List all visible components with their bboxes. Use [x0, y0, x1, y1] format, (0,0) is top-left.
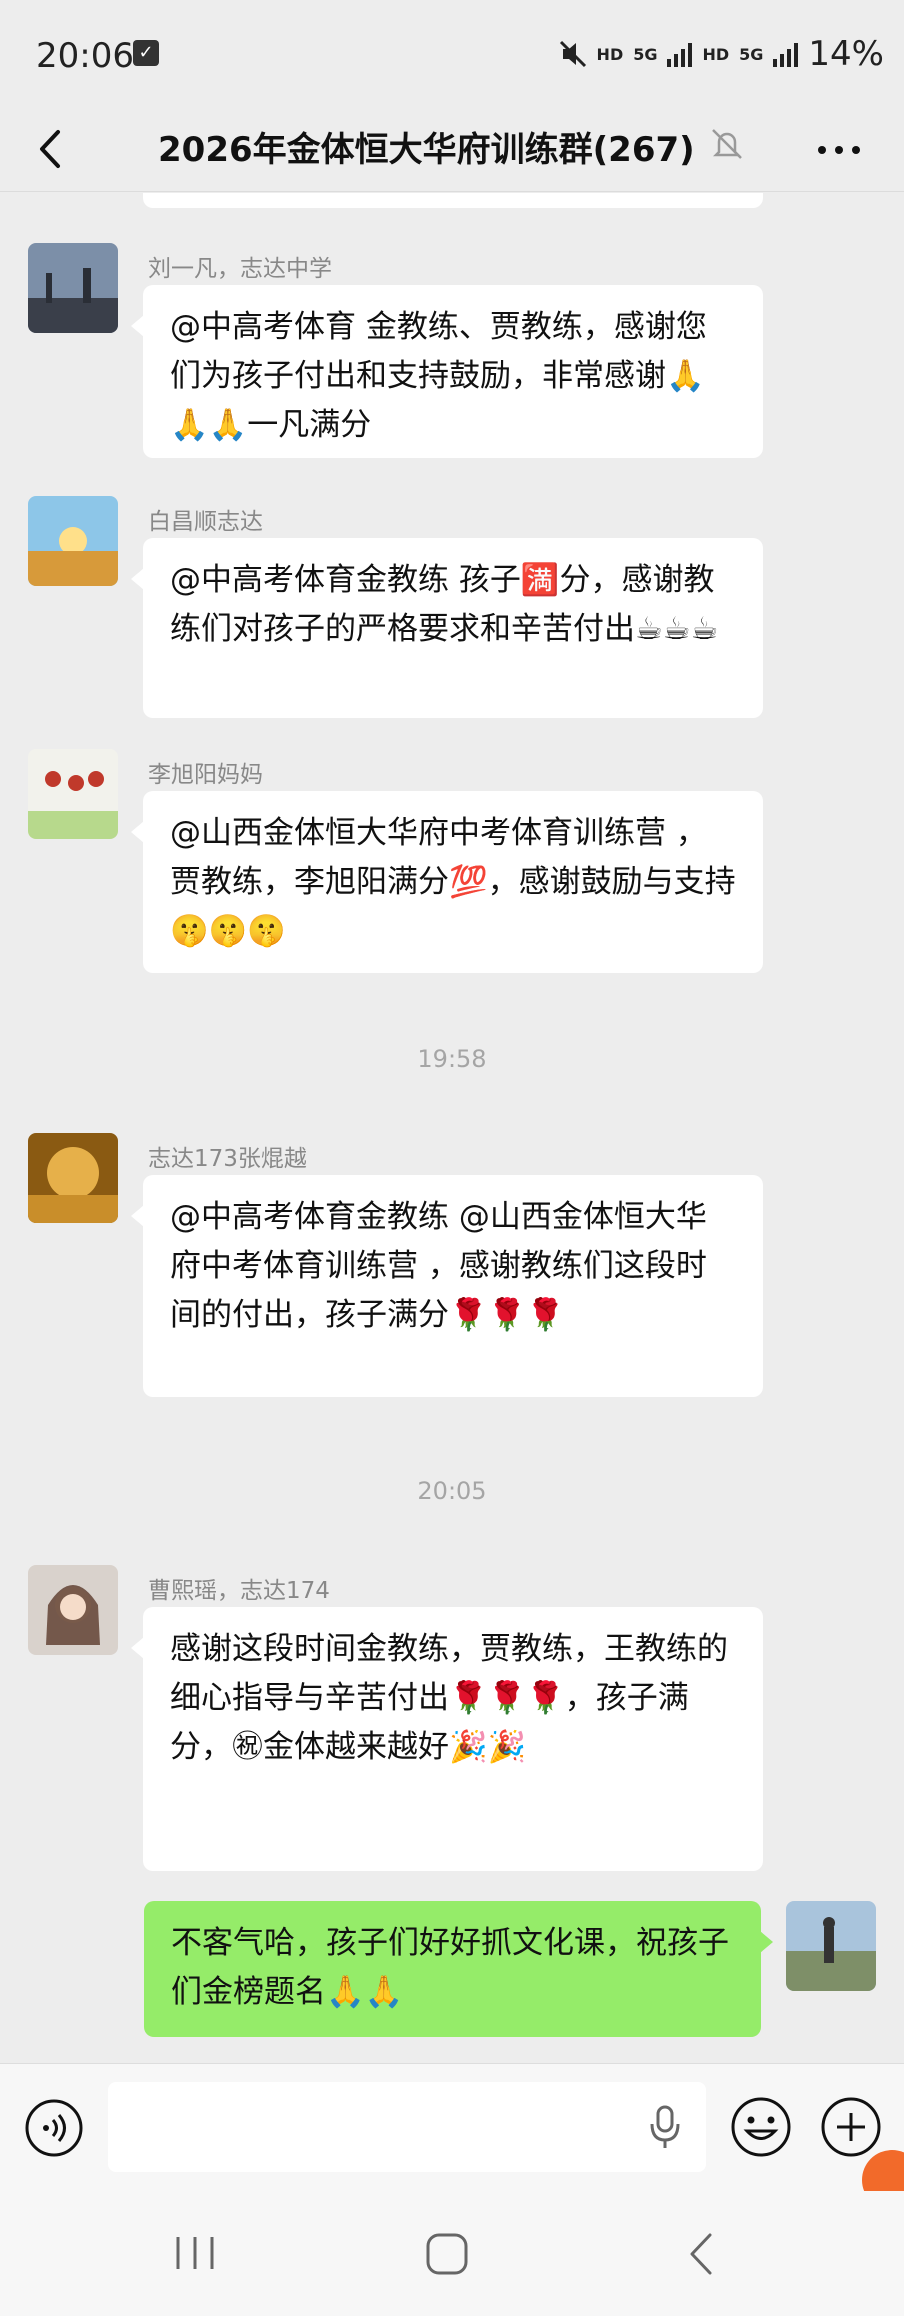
message-bubble[interactable]: 感谢这段时间金教练，贾教练，王教练的细心指导与辛苦付出🌹🌹🌹，孩子满分，㊗金体越…	[131, 1607, 763, 1871]
message-bubble[interactable]: @山西金体恒大华府中考体育训练营 ，贾教练，李旭阳满分💯，感谢鼓励与支持🤫🤫🤫	[131, 791, 763, 973]
5g-label-2: 5G	[739, 44, 764, 64]
microphone-icon	[650, 2105, 680, 2148]
home-button[interactable]	[424, 2231, 470, 2277]
avatar-self[interactable]	[786, 1901, 876, 1991]
navigation-bar	[0, 2191, 904, 2316]
nav-back-button[interactable]	[682, 2231, 722, 2277]
emoji-button[interactable]	[730, 2096, 792, 2158]
plus-button[interactable]	[820, 2096, 882, 2158]
status-indicators: HD 5G HD 5G 14%	[559, 34, 884, 74]
message-bubble[interactable]: @中高考体育金教练 @山西金体恒大华府中考体育训练营 ，感谢教练们这段时间的付出…	[131, 1175, 763, 1397]
sender-name: 刘一凡，志达中学	[148, 256, 332, 282]
message-bubble-outgoing[interactable]: 不客气哈，孩子们好好抓文化课，祝孩子们金榜题名🙏🙏	[144, 1901, 773, 2037]
hd-label-1: HD	[596, 44, 624, 64]
signal-icon	[667, 41, 693, 67]
hd-label-2: HD	[702, 44, 730, 64]
muted-bell-icon	[707, 124, 747, 164]
chat-messages[interactable]: 刘一凡，志达中学 @中高考体育 金教练、贾教练，感谢您们为孩子付出和支持鼓励，非…	[0, 193, 904, 2063]
plus-icon	[821, 2097, 881, 2157]
microphone-button[interactable]	[648, 2104, 682, 2150]
time-divider: 19:58	[417, 1045, 487, 1073]
nav-back-icon	[690, 2233, 712, 2275]
chat-title: 2026年金体恒大华府训练群(267)	[158, 130, 695, 170]
status-time: 20:06	[36, 36, 134, 76]
5g-label-1: 5G	[633, 44, 658, 64]
sender-name: 曹熙瑶，志达174	[148, 1578, 330, 1604]
emoji-icon	[731, 2097, 791, 2157]
status-bar: 20:06 ✓ HD 5G HD 5G 14%	[0, 0, 904, 110]
signal-icon-2	[773, 41, 799, 67]
back-chevron-icon	[40, 130, 60, 168]
message-input[interactable]	[108, 2082, 706, 2172]
sender-name: 李旭阳妈妈	[148, 762, 263, 788]
home-icon	[426, 2233, 468, 2275]
more-button[interactable]	[814, 130, 864, 170]
avatar[interactable]	[28, 1133, 118, 1223]
voice-input-icon	[25, 2099, 83, 2157]
chat-header: 2026年金体恒大华府训练群(267)	[0, 110, 904, 192]
avatar[interactable]	[28, 1565, 118, 1655]
sender-name: 志达173张焜越	[148, 1146, 307, 1172]
recent-apps-icon	[176, 2237, 214, 2269]
recent-apps-button[interactable]	[172, 2233, 218, 2273]
previous-message-bubble[interactable]	[143, 193, 763, 208]
input-bar	[0, 2063, 904, 2191]
sender-name: 白昌顺志达	[148, 509, 263, 535]
notification-check-icon: ✓	[133, 40, 159, 66]
message-bubble[interactable]: @中高考体育金教练 孩子🈵分，感谢教练们对孩子的严格要求和辛苦付出☕☕☕	[131, 538, 763, 718]
more-dots-icon	[818, 146, 860, 154]
message-bubble[interactable]: @中高考体育 金教练、贾教练，感谢您们为孩子付出和支持鼓励，非常感谢🙏🙏🙏一凡满…	[131, 285, 763, 458]
avatar[interactable]	[28, 749, 118, 839]
time-divider: 20:05	[417, 1477, 487, 1505]
voice-input-button[interactable]	[24, 2098, 84, 2158]
avatar[interactable]	[28, 243, 118, 333]
battery-level: 14%	[808, 34, 884, 74]
avatar[interactable]	[28, 496, 118, 586]
back-button[interactable]	[28, 124, 78, 174]
mute-vibrate-icon	[559, 40, 586, 68]
